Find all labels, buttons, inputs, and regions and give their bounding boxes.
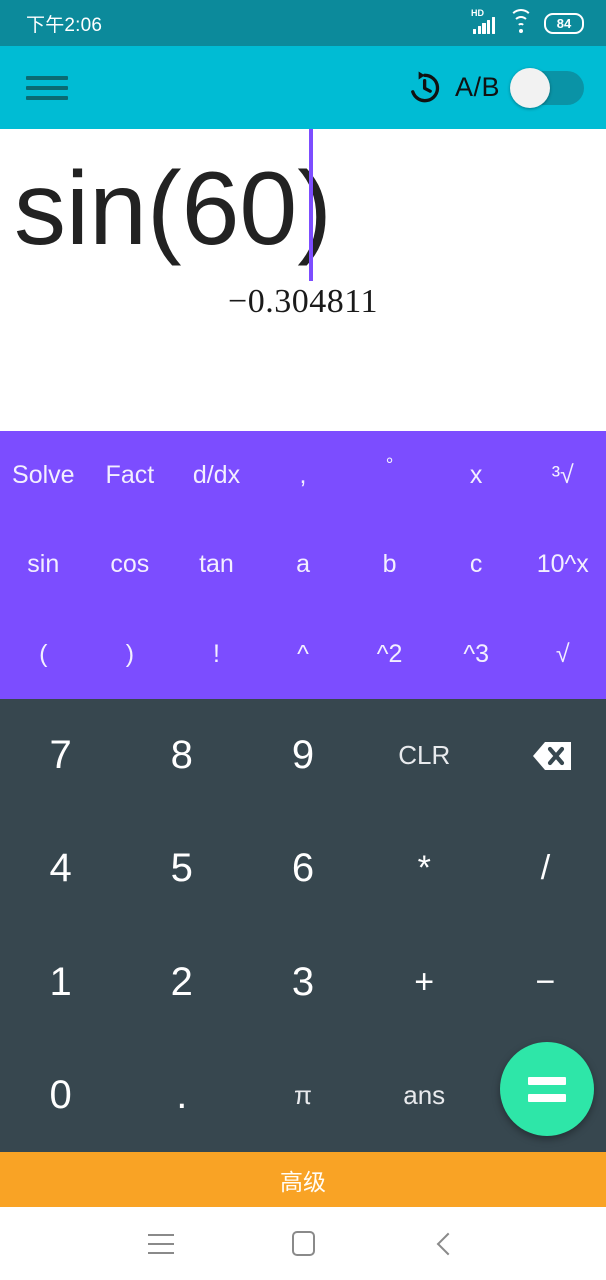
signal-bars-icon: HD (471, 8, 498, 34)
battery-level-label: 84 (556, 15, 572, 31)
key-variable-c[interactable]: c (433, 520, 520, 609)
number-row-3: 1 2 3 + − (0, 926, 606, 1039)
key-open-paren[interactable]: ( (0, 610, 87, 699)
key-fact[interactable]: Fact (87, 431, 174, 520)
key-degree[interactable]: ° (346, 431, 433, 520)
key-variable-x[interactable]: x (433, 431, 520, 520)
battery-icon: 84 (544, 12, 584, 34)
key-answer[interactable]: ans (364, 1039, 485, 1152)
key-close-paren[interactable]: ) (87, 610, 174, 699)
key-digit-3[interactable]: 3 (242, 926, 363, 1039)
key-digit-1[interactable]: 1 (0, 926, 121, 1039)
text-cursor (309, 129, 313, 281)
key-digit-9[interactable]: 9 (242, 699, 363, 812)
advanced-mode-label: 高级 (280, 1168, 326, 1195)
key-cube[interactable]: ^3 (433, 610, 520, 699)
ab-toggle-switch[interactable] (510, 67, 584, 108)
key-backspace[interactable] (485, 699, 606, 812)
expression-text-before-cursor: sin(60 (14, 151, 298, 267)
key-variable-a[interactable]: a (260, 520, 347, 609)
ab-toggle-label: A/B (454, 72, 500, 102)
key-clear[interactable]: CLR (364, 699, 485, 812)
advanced-mode-bar[interactable]: 高级 (0, 1152, 606, 1207)
key-comma[interactable]: , (260, 431, 347, 520)
status-icons: HD 84 (471, 8, 584, 34)
nav-back-button[interactable] (420, 1219, 470, 1269)
key-divide[interactable]: / (485, 812, 606, 925)
expression-line[interactable]: sin(60) (0, 129, 606, 261)
key-digit-5[interactable]: 5 (121, 812, 242, 925)
key-decimal-point[interactable]: . (121, 1039, 242, 1152)
key-digit-6[interactable]: 6 (242, 812, 363, 925)
key-tan[interactable]: tan (173, 520, 260, 609)
hd-label: HD (471, 8, 484, 18)
number-row-1: 7 8 9 CLR (0, 699, 606, 812)
back-icon (436, 1232, 460, 1255)
key-factorial[interactable]: ! (173, 610, 260, 699)
nav-home-button[interactable] (278, 1219, 328, 1269)
calculator-app: 下午2:06 HD 84 A/B sin(60) −0.304811 Solv… (0, 0, 606, 1280)
key-sin[interactable]: sin (0, 520, 87, 609)
function-row-3: ( ) ! ^ ^2 ^3 √ (0, 610, 606, 699)
key-ten-power-x[interactable]: 10^x (519, 520, 606, 609)
nav-recents-button[interactable] (136, 1219, 186, 1269)
key-solve[interactable]: Solve (0, 431, 87, 520)
recents-icon (148, 1233, 174, 1254)
number-keypad: 7 8 9 CLR 4 5 6 * / 1 2 3 + − 0 . π ans (0, 699, 606, 1152)
key-digit-7[interactable]: 7 (0, 699, 121, 812)
backspace-icon (517, 737, 573, 775)
key-digit-4[interactable]: 4 (0, 812, 121, 925)
key-square-root[interactable]: √ (519, 610, 606, 699)
calculator-display[interactable]: sin(60) −0.304811 (0, 129, 606, 431)
result-value: −0.304811 (228, 283, 378, 320)
equals-icon (528, 1076, 566, 1102)
status-bar: 下午2:06 HD 84 (0, 0, 606, 46)
app-bar: A/B (0, 46, 606, 129)
key-square[interactable]: ^2 (346, 610, 433, 699)
key-digit-8[interactable]: 8 (121, 699, 242, 812)
wifi-icon (509, 8, 533, 33)
toggle-knob (510, 67, 550, 108)
history-clock-icon[interactable] (405, 69, 443, 107)
key-minus[interactable]: − (485, 926, 606, 1039)
key-plus[interactable]: + (364, 926, 485, 1039)
function-row-1: Solve Fact d/dx , ° x ³√ (0, 431, 606, 520)
key-multiply[interactable]: * (364, 812, 485, 925)
status-clock: 下午2:06 (26, 14, 103, 36)
system-nav-bar (0, 1207, 606, 1280)
app-bar-actions: A/B (405, 67, 584, 108)
key-cube-root[interactable]: ³√ (519, 431, 606, 520)
function-keypad: Solve Fact d/dx , ° x ³√ sin cos tan a b… (0, 431, 606, 699)
key-variable-b[interactable]: b (346, 520, 433, 609)
signal-strength-bars (473, 17, 495, 34)
expression-text-after-cursor: ) (297, 151, 332, 267)
key-power[interactable]: ^ (260, 610, 347, 699)
key-ddx[interactable]: d/dx (173, 431, 260, 520)
key-digit-2[interactable]: 2 (121, 926, 242, 1039)
home-icon (291, 1231, 315, 1256)
key-digit-0[interactable]: 0 (0, 1039, 121, 1152)
key-cos[interactable]: cos (87, 520, 174, 609)
hamburger-menu-icon[interactable] (26, 73, 68, 103)
key-pi[interactable]: π (242, 1039, 363, 1152)
function-row-2: sin cos tan a b c 10^x (0, 520, 606, 609)
equals-button[interactable] (500, 1042, 594, 1136)
number-row-2: 4 5 6 * / (0, 812, 606, 925)
